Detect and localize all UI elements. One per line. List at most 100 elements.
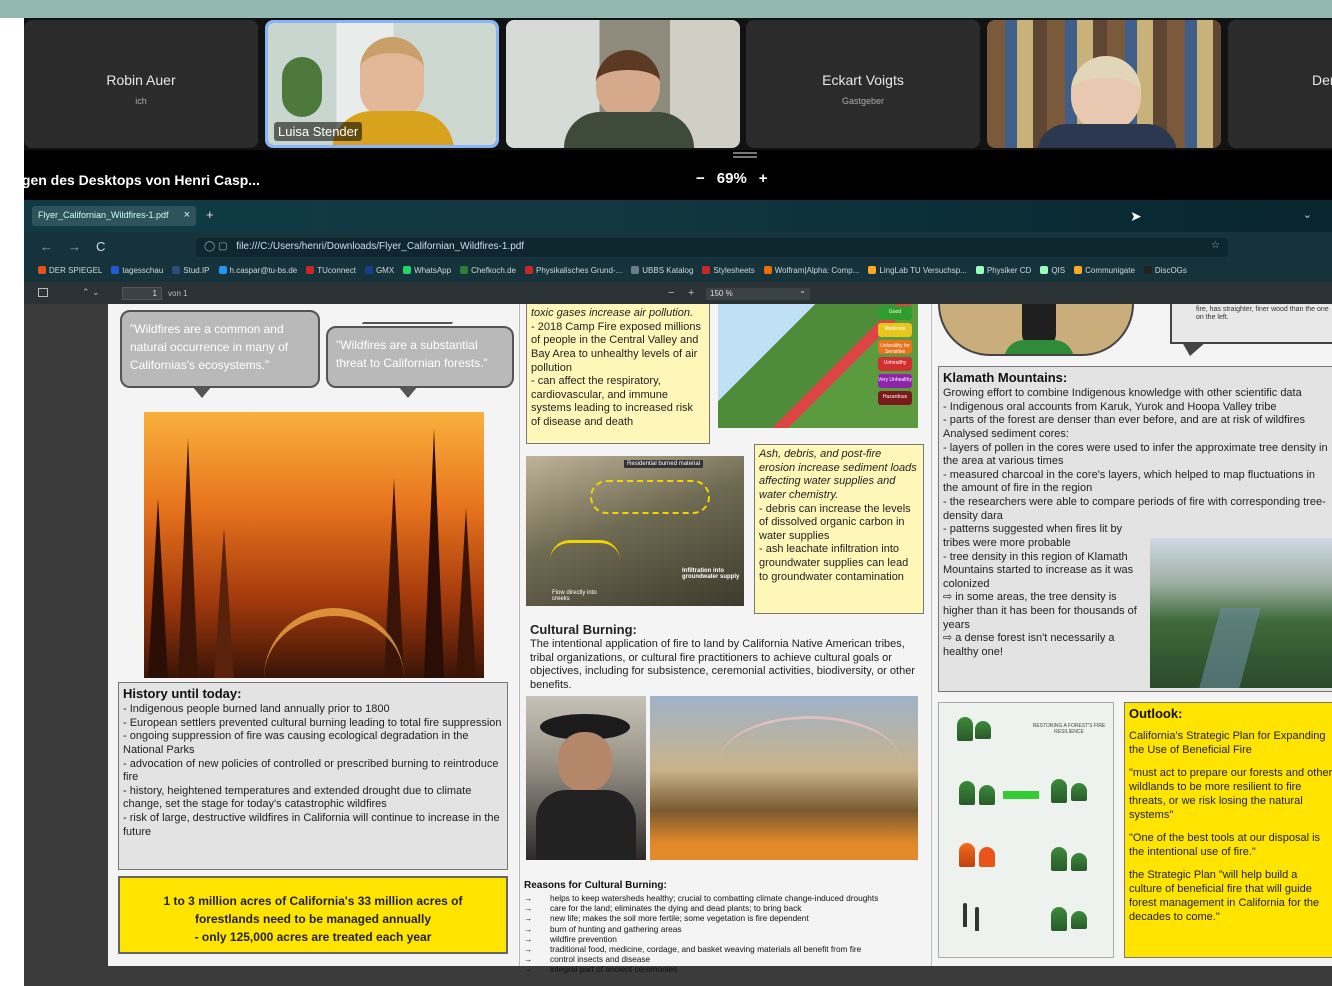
bookmarks-bar: DER SPIEGEL tagesschau Stud.IP h.caspar@tu-… (24, 262, 1332, 282)
bookmark-label: Stylesheets (713, 266, 755, 275)
bookmark-item[interactable]: Chefkoch.de (460, 266, 516, 282)
bookmark-item[interactable]: h.caspar@tu-bs.de (218, 266, 298, 282)
bookmark-favicon-icon (868, 266, 877, 274)
sidebar-toggle-icon[interactable] (38, 288, 48, 297)
residential-label: Residential burned material (624, 460, 704, 468)
tab-list-chevron-icon[interactable]: ⌄ (1303, 208, 1312, 221)
arrow-icon (1003, 791, 1039, 799)
forest-resilience-diagram: RESTORING A FOREST'S FIRE RESILIENCE (938, 702, 1114, 958)
history-line: - Indigenous people burned land annually… (123, 703, 390, 716)
air-pollution-box: toxic gases increase air pollution. - 20… (526, 304, 710, 444)
zoom-out-button[interactable]: − (696, 170, 705, 187)
new-tab-button[interactable]: + (206, 207, 214, 222)
participant-role: ich (135, 96, 147, 106)
participant-video (506, 20, 740, 148)
bookmark-label: Wolfram|Alpha: Comp... (774, 266, 860, 275)
acres-line: forestlands need to be managed annually (194, 912, 432, 926)
klamath-title: Klamath Mountains: (943, 370, 1068, 385)
bookmark-label: Chefkoch.de (471, 266, 516, 275)
bookmark-item[interactable]: Physiker CD (975, 266, 1032, 282)
map-legend-item: Unhealthy for Sensitive (878, 340, 912, 355)
flyer-column-right: fire, has straighter, finer wood than th… (934, 304, 1332, 966)
bookmark-item[interactable]: GMX (364, 266, 394, 282)
bookmark-item[interactable]: Physikalisches Grund-... (525, 266, 622, 282)
pdf-zoom-out-button[interactable]: − (668, 287, 674, 299)
klamath-line: - parts of the forest are denser than ev… (943, 414, 1305, 427)
bookmark-item[interactable]: TUconnect (306, 266, 356, 282)
ash-heading: Ash, debris, and post-fire erosion incre… (759, 448, 917, 501)
ash-line: - debris can increase the levels of diss… (759, 502, 911, 542)
bookmark-item[interactable]: DiscOGs (1143, 266, 1187, 282)
bookmark-item[interactable]: Wolfram|Alpha: Comp... (763, 266, 860, 282)
bookmark-item[interactable]: Stylesheets (702, 266, 755, 282)
zoom-in-button[interactable]: + (759, 170, 768, 187)
participant-tile-denn[interactable]: Denn (1228, 20, 1332, 148)
bookmark-item[interactable]: tagesschau (111, 266, 163, 282)
bookmark-item[interactable]: Communigate (1074, 266, 1135, 282)
tab-pdf[interactable]: Flyer_Californian_Wildfires-1.pdf × (32, 206, 196, 226)
klamath-line: ⇨ a dense forest isn't necessarily a hea… (943, 632, 1115, 658)
bookmark-item[interactable]: WhatsApp (403, 266, 451, 282)
participant-tile-5[interactable] (987, 20, 1221, 148)
outlook-title: Outlook: (1129, 706, 1183, 721)
bookmark-item[interactable]: DER SPIEGEL (38, 266, 102, 282)
flyer-page: "Wildfires are a common and natural occu… (108, 304, 1332, 974)
bookmark-favicon-icon (38, 266, 46, 274)
top-band (0, 0, 1332, 18)
tab-bar: Flyer_Californian_Wildfires-1.pdf × + ➤ … (24, 200, 1332, 232)
page-count: von 1 (168, 289, 188, 298)
wildfire-photo (144, 412, 484, 678)
klamath-line: - layers of pollen in the cores were use… (943, 441, 1328, 468)
participant-tile-robin[interactable]: Robin Auer ich (24, 20, 258, 148)
reason-item: → integral part of ancient ceremonies (524, 964, 928, 974)
participant-tile-eckart[interactable]: Eckart Voigts Gastgeber (746, 20, 980, 148)
history-line: - risk of large, destructive wildfires i… (123, 812, 500, 838)
klamath-line: - the researchers were able to compare p… (943, 496, 1326, 522)
flow-label: Flow directly into creeks (552, 590, 597, 602)
pdf-zoom-in-button[interactable]: + (688, 287, 694, 299)
outlook-paragraph: "One of the best tools at our disposal i… (1129, 832, 1321, 859)
reload-button[interactable]: C (96, 239, 105, 254)
bookmark-label: Physiker CD (986, 266, 1032, 275)
pdf-viewport[interactable]: "Wildfires are a common and natural occu… (24, 304, 1332, 986)
air-pollution-line: - can affect the respiratory, cardiovasc… (531, 375, 694, 428)
bookmark-favicon-icon (702, 266, 711, 274)
participant-tile-luisa[interactable]: Luisa Stender (265, 20, 499, 148)
bookmark-label: h.caspar@tu-bs.de (229, 266, 298, 275)
tab-close-icon[interactable]: × (184, 209, 190, 221)
reason-arrow: → (524, 953, 533, 964)
bookmark-favicon-icon (631, 266, 640, 274)
participant-name: Eckart Voigts (822, 72, 904, 88)
bookmark-favicon-icon (364, 266, 373, 274)
history-box: History until today: - Indigenous people… (118, 682, 508, 870)
bookmark-favicon-icon (218, 266, 227, 274)
bookmark-favicon-icon (525, 266, 533, 274)
burned-area-outline (590, 480, 710, 514)
url-bar[interactable]: ◯ ▢ file:///C:/Users/henri/Downloads/Fly… (196, 238, 1228, 257)
reason-text: integral part of ancient ceremonies (550, 963, 678, 974)
ash-debris-box: Ash, debris, and post-fire erosion incre… (754, 444, 924, 614)
reason-item: → traditional food, medicine, cordage, an… (524, 944, 928, 954)
reason-text: wildfire prevention (550, 933, 617, 944)
cultural-burning-section: Cultural Burning: The intentional applic… (530, 622, 926, 693)
bookmark-label: Communigate (1085, 266, 1135, 275)
bookmark-item[interactable]: Stud.IP (172, 266, 210, 282)
note-tail (1182, 342, 1206, 356)
bookmark-item[interactable]: LingLab TU Versuchsp... (868, 266, 967, 282)
bookmark-star-icon[interactable]: ☆ (1211, 240, 1220, 251)
participant-tile-3[interactable] (506, 20, 740, 148)
klamath-line: - patterns suggested when fires lit by t… (943, 523, 1123, 549)
tree-note-text: fire, has straighter, finer wood than th… (1196, 306, 1329, 321)
bookmark-item[interactable]: UBBS Katalog (631, 266, 693, 282)
page-number-input[interactable]: 1 (122, 287, 162, 300)
pdf-zoom-select[interactable]: 150 % (706, 286, 810, 300)
resize-grip[interactable] (733, 152, 757, 158)
reason-arrow: → (524, 963, 533, 974)
klamath-valley-photo (1150, 538, 1332, 688)
forward-button[interactable]: → (68, 239, 81, 254)
bookmark-label: UBBS Katalog (642, 266, 694, 275)
bookmark-label: DiscOGs (1154, 266, 1187, 275)
back-button[interactable]: ← (40, 239, 53, 254)
bookmark-item[interactable]: QIS (1040, 266, 1065, 282)
page-nav-icons[interactable]: ⌃ ⌄ (82, 287, 100, 298)
